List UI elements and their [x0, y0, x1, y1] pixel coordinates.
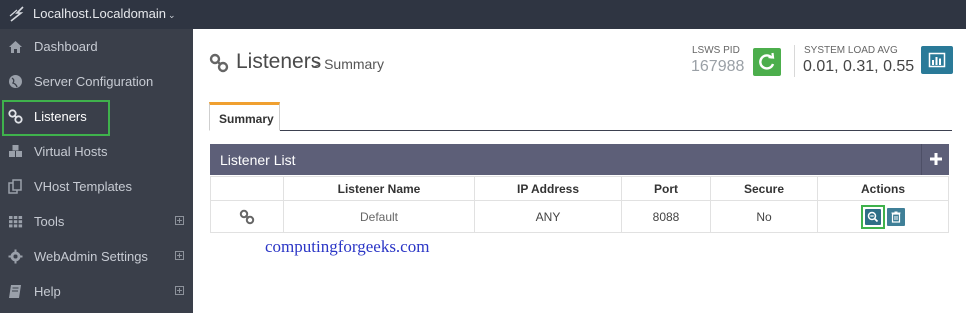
delete-button[interactable]: [887, 207, 905, 226]
page-title: Listeners: [236, 50, 322, 73]
view-button[interactable]: [861, 204, 885, 229]
host-dropdown[interactable]: Localhost.Localdomain ⌄: [33, 6, 176, 21]
column-header-icon: [210, 176, 284, 201]
expand-icon[interactable]: [175, 251, 184, 260]
sidebar-item-label: Server Configuration: [34, 74, 154, 89]
watermark-text: computingforgeeks.com: [265, 237, 430, 256]
globe-icon: [9, 75, 22, 88]
sidebar-item-webadmin-settings[interactable]: WebAdmin Settings: [0, 239, 193, 274]
sidebar-item-help[interactable]: Help: [0, 274, 193, 309]
sidebar-item-virtual-hosts[interactable]: Virtual Hosts: [0, 134, 193, 169]
top-bar: Localhost.Localdomain ⌄: [0, 0, 966, 29]
copy-icon: [8, 179, 22, 194]
bar-chart-icon: [928, 52, 946, 68]
trash-icon: [891, 211, 901, 223]
ip-address-cell: ANY: [474, 200, 622, 233]
column-header-port: Port: [621, 176, 711, 201]
add-listener-button[interactable]: [921, 144, 949, 175]
book-icon: [9, 285, 21, 298]
sidebar-item-label: WebAdmin Settings: [34, 249, 148, 264]
pid-value: 167988: [691, 58, 745, 75]
sidebar-item-server-configuration[interactable]: Server Configuration: [0, 64, 193, 99]
load-label: SYSTEM LOAD AVG: [804, 45, 898, 56]
host-label: Localhost.Localdomain: [33, 6, 166, 21]
refresh-icon: [759, 52, 775, 70]
row-icon-cell: [210, 200, 284, 233]
expand-icon[interactable]: [175, 216, 184, 225]
sidebar-item-label: Dashboard: [34, 39, 98, 54]
grid-icon: [9, 216, 23, 228]
sidebar-item-vhost-templates[interactable]: VHost Templates: [0, 169, 193, 204]
plus-icon: [930, 153, 942, 165]
table-row: Default ANY 8088 No: [210, 200, 949, 233]
zoom-icon: [867, 211, 879, 222]
sidebar-item-label: VHost Templates: [34, 179, 133, 194]
divider: [794, 45, 795, 77]
breadcrumb: > Summary: [312, 56, 384, 72]
panel-title: Listener List: [220, 152, 296, 168]
highlight-box: [2, 100, 110, 136]
real-time-stats-button[interactable]: [921, 46, 953, 74]
actions-cell: [817, 200, 949, 233]
tab-label: Summary: [219, 112, 274, 126]
sidebar: Dashboard Server Configuration Listeners…: [0, 29, 193, 313]
secure-cell: No: [710, 200, 818, 233]
table-header-row: Listener Name IP Address Port Secure Act…: [210, 176, 949, 201]
tab-summary[interactable]: Summary: [209, 102, 280, 131]
chevron-down-icon: ⌄: [167, 10, 176, 20]
sidebar-item-tools[interactable]: Tools: [0, 204, 193, 239]
link-icon: [239, 209, 255, 224]
listener-name-cell[interactable]: Default: [283, 200, 475, 233]
panel-header: Listener List: [210, 144, 949, 175]
load-value: 0.01, 0.31, 0.55: [803, 58, 915, 75]
home-icon: [9, 41, 22, 53]
sidebar-item-label: Virtual Hosts: [34, 144, 108, 159]
column-header-ip-address: IP Address: [474, 176, 622, 201]
column-header-secure: Secure: [710, 176, 818, 201]
sidebar-item-dashboard[interactable]: Dashboard: [0, 29, 193, 64]
listener-table: Listener Name IP Address Port Secure Act…: [210, 176, 949, 233]
column-header-actions: Actions: [817, 176, 949, 201]
sidebar-item-label: Help: [34, 284, 61, 299]
pid-label: LSWS PID: [692, 45, 740, 56]
gear-icon: [8, 249, 23, 264]
expand-icon[interactable]: [175, 286, 184, 295]
link-icon: [209, 53, 229, 73]
restart-button[interactable]: [753, 48, 781, 76]
column-header-listener-name: Listener Name: [283, 176, 475, 201]
cubes-icon: [9, 145, 22, 157]
main-content: Listeners > Summary LSWS PID 167988 SYST…: [193, 29, 966, 313]
sidebar-item-label: Tools: [34, 214, 65, 229]
litespeed-logo-icon: [9, 6, 24, 22]
tab-bar: Summary: [209, 102, 952, 131]
port-cell: 8088: [621, 200, 711, 233]
